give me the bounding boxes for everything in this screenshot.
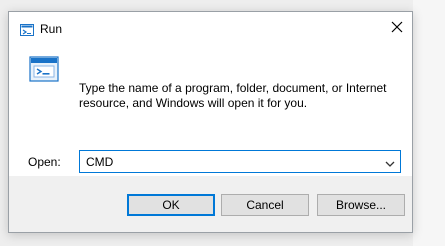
open-input[interactable]: CMD	[86, 155, 113, 169]
close-icon	[391, 18, 403, 37]
open-label-text: Open:	[28, 155, 61, 169]
cancel-button-label: Cancel	[246, 198, 284, 212]
browse-button[interactable]: Browse...	[317, 194, 405, 216]
button-bar: OK Cancel Browse...	[9, 176, 412, 232]
title-bar[interactable]: Run	[9, 12, 412, 44]
window-title: Run	[40, 22, 63, 36]
cancel-button[interactable]: Cancel	[221, 194, 309, 216]
open-combobox[interactable]: CMD	[79, 150, 401, 173]
run-icon-large	[29, 56, 59, 82]
ok-button-label: OK	[162, 198, 180, 212]
background-strip	[413, 0, 445, 246]
desktop-background: Run Type the name of a program, folder, …	[0, 0, 445, 246]
run-dialog: Run Type the name of a program, folder, …	[8, 11, 413, 233]
run-icon	[20, 21, 34, 36]
chevron-down-icon[interactable]	[384, 155, 396, 167]
ok-button[interactable]: OK	[127, 194, 215, 216]
close-button[interactable]	[386, 17, 408, 37]
dialog-description: Type the name of a program, folder, docu…	[79, 81, 387, 110]
dialog-content: Type the name of a program, folder, docu…	[9, 44, 412, 176]
open-label: Open:	[28, 155, 61, 169]
browse-button-label: Browse...	[335, 198, 386, 212]
